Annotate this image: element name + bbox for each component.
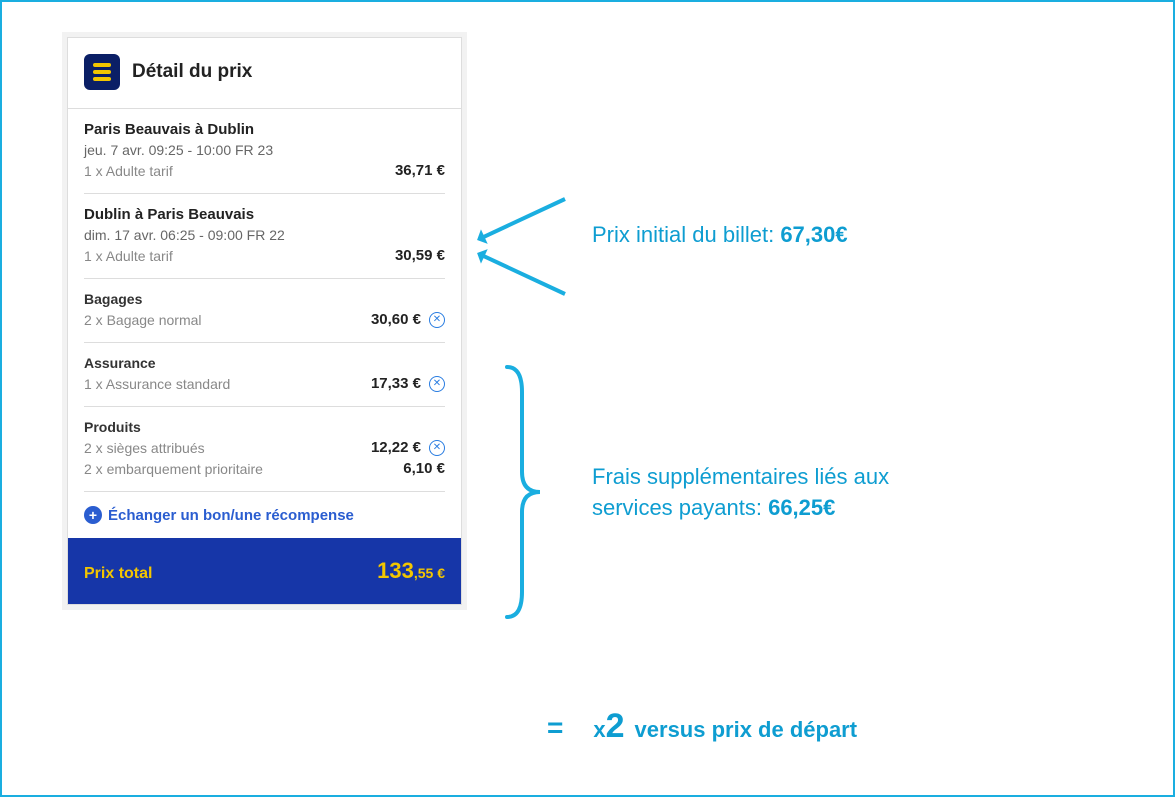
segment-return: Dublin à Paris Beauvais dim. 17 avr. 06:… [68, 194, 461, 278]
luggage-price: 30,60 € [371, 311, 421, 328]
total-label: Prix total [84, 565, 152, 583]
exchange-voucher-link[interactable]: + Échanger un bon/une récompense [68, 492, 461, 538]
remove-seats-icon[interactable]: ✕ [429, 440, 445, 456]
remove-luggage-icon[interactable]: ✕ [429, 312, 445, 328]
card-title: Détail du prix [132, 61, 252, 83]
annotation-value: 67,30€ [780, 222, 847, 247]
products-title: Produits [84, 419, 445, 435]
insurance-section: Assurance 1 x Assurance standard 17,33 €… [68, 343, 461, 406]
segment-datetime: dim. 17 avr. 06:25 - 09:00 FR 22 [84, 227, 445, 243]
product-priority-price: 6,10 € [403, 460, 445, 477]
mult-prefix: x [593, 717, 605, 742]
segment-datetime: jeu. 7 avr. 09:25 - 10:00 FR 23 [84, 142, 445, 158]
card-header: Détail du prix [68, 38, 461, 109]
plus-icon: + [84, 506, 102, 524]
product-priority-label: 2 x embarquement prioritaire [84, 461, 263, 477]
total-int: 133 [377, 558, 414, 583]
products-section: Produits 2 x sièges attribués 12,22 € ✕ … [68, 407, 461, 491]
annotation-multiplier: = x2 versus prix de départ [547, 707, 857, 746]
fare-label: 1 x Adulte tarif [84, 163, 173, 179]
list-icon [84, 54, 120, 90]
remove-insurance-icon[interactable]: ✕ [429, 376, 445, 392]
luggage-title: Bagages [84, 291, 445, 307]
total-value: 133,55 € [377, 558, 445, 584]
segment-outbound: Paris Beauvais à Dublin jeu. 7 avr. 09:2… [68, 109, 461, 193]
annotation-line1: Frais supplémentaires liés aux [592, 464, 889, 489]
total-cents: ,55 € [414, 565, 445, 581]
annotation-label: Prix initial du billet: [592, 222, 780, 247]
insurance-price: 17,33 € [371, 375, 421, 392]
insurance-title: Assurance [84, 355, 445, 371]
document-frame: Détail du prix Paris Beauvais à Dublin j… [0, 0, 1175, 797]
luggage-label: 2 x Bagage normal [84, 312, 202, 328]
price-card: Détail du prix Paris Beauvais à Dublin j… [67, 37, 462, 605]
annotation-extra-fees: Frais supplémentaires liés aux services … [592, 462, 889, 524]
arrow-icon [478, 252, 566, 296]
arrow-icon [478, 197, 566, 241]
total-bar: Prix total 133,55 € [68, 538, 461, 604]
mult-value: 2 [606, 707, 625, 745]
price-card-container: Détail du prix Paris Beauvais à Dublin j… [62, 32, 467, 610]
multiplier: x2 [593, 707, 624, 746]
annotation-initial-price: Prix initial du billet: 67,30€ [592, 222, 848, 248]
product-seats-price: 12,22 € [371, 439, 421, 456]
annotation-line2: services payants: [592, 495, 768, 520]
segment-route: Dublin à Paris Beauvais [84, 206, 445, 223]
segment-route: Paris Beauvais à Dublin [84, 121, 445, 138]
fare-price: 36,71 € [395, 162, 445, 179]
equals-sign: = [547, 712, 563, 744]
fare-price: 30,59 € [395, 247, 445, 264]
brace-icon [502, 362, 542, 622]
fare-label: 1 x Adulte tarif [84, 248, 173, 264]
insurance-label: 1 x Assurance standard [84, 376, 230, 392]
versus-text: versus prix de départ [635, 717, 858, 743]
product-seats-label: 2 x sièges attribués [84, 440, 205, 456]
annotation-value: 66,25€ [768, 495, 835, 520]
exchange-label: Échanger un bon/une récompense [108, 507, 354, 524]
luggage-section: Bagages 2 x Bagage normal 30,60 € ✕ [68, 279, 461, 342]
